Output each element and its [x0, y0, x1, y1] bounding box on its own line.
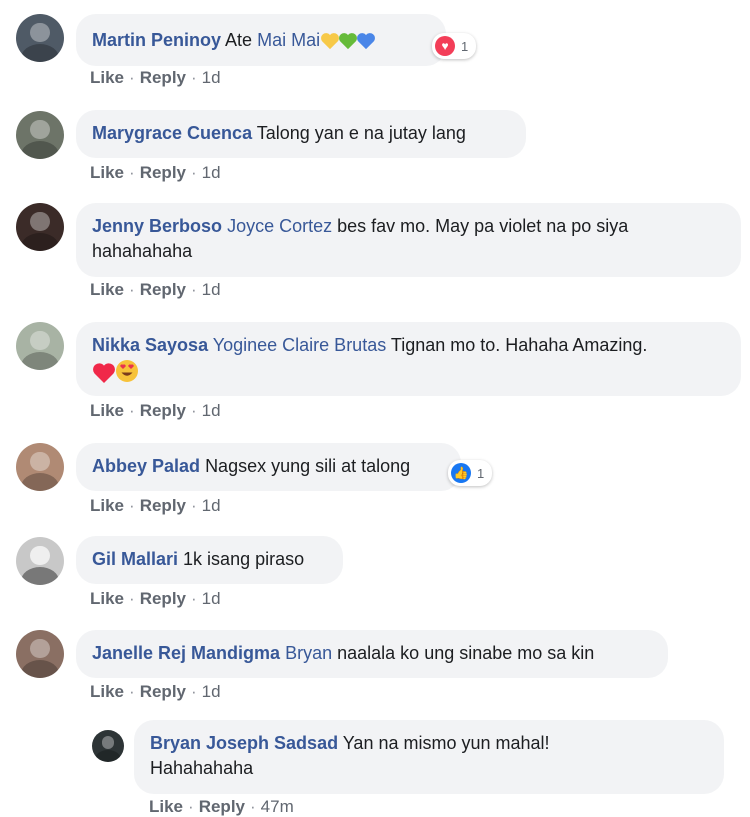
timestamp[interactable]: 1d — [202, 68, 221, 87]
comment-author[interactable]: Marygrace Cuenca — [92, 123, 252, 143]
like-button[interactable]: Like — [90, 589, 124, 608]
comment-bubble: Bryan Joseph Sadsad Yan na mismo yun mah… — [134, 720, 724, 794]
mention-link[interactable]: Joyce Cortez — [227, 216, 332, 236]
comment-author[interactable]: Gil Mallari — [92, 549, 178, 569]
timestamp[interactable]: 1d — [202, 589, 221, 608]
comment-text: 1k isang piraso — [183, 549, 305, 569]
timestamp[interactable]: 47m — [261, 797, 294, 816]
like-button[interactable]: Like — [90, 280, 124, 299]
comment-author[interactable]: Bryan Joseph Sadsad — [150, 733, 338, 753]
like-button[interactable]: Like — [90, 163, 124, 182]
comment-bubble: Nikka Sayosa Yoginee Claire Brutas Tigna… — [76, 322, 741, 396]
comment-text: bes fav mo. May pa violet na po siya — [337, 216, 629, 236]
timestamp[interactable]: 1d — [202, 280, 221, 299]
mention-link[interactable]: Mai Mai — [257, 30, 320, 50]
reply-button[interactable]: Reply — [140, 280, 186, 299]
green-heart-icon — [338, 32, 358, 50]
yellow-heart-icon — [320, 32, 340, 50]
blue-heart-icon — [356, 32, 376, 50]
reaction-count: 1 — [477, 465, 485, 481]
reply-button[interactable]: Reply — [140, 589, 186, 608]
comment-author[interactable]: Abbey Palad — [92, 456, 200, 476]
timestamp[interactable]: 1d — [202, 163, 221, 182]
mention-link[interactable]: Yoginee Claire Brutas — [213, 335, 386, 355]
comment-text: Yan na mismo yun mahal! — [342, 733, 550, 753]
comment-bubble: Gil Mallari 1k isang piraso — [76, 536, 343, 584]
like-button[interactable]: Like — [90, 496, 124, 515]
avatar[interactable] — [16, 111, 64, 159]
comment-text: Talong yan e na jutay lang — [256, 123, 466, 143]
comment-bubble: Janelle Rej Mandigma Bryan naalala ko un… — [76, 630, 668, 678]
like-button[interactable]: Like — [90, 401, 124, 420]
comment-author[interactable]: Jenny Berboso — [92, 216, 222, 236]
comment-bubble: Martin Peninoy Ate Mai Mai — [76, 14, 446, 66]
reaction-count: 1 — [461, 38, 469, 54]
love-reaction-icon: ♥ — [435, 36, 455, 56]
like-button[interactable]: Like — [149, 797, 183, 816]
comment-actions: Like · Reply · 1d — [90, 401, 221, 420]
comment-bubble: Marygrace Cuenca Talong yan e na jutay l… — [76, 110, 526, 158]
comment-bubble: Abbey Palad Nagsex yung sili at talong — [76, 443, 461, 491]
avatar[interactable] — [92, 730, 124, 762]
timestamp[interactable]: 1d — [202, 682, 221, 701]
comment-text-continued: Hahahahaha — [150, 758, 254, 778]
thumbs-up-reaction-icon: 👍 — [451, 463, 471, 483]
heart-eyes-emoji-icon — [115, 359, 139, 383]
comment-actions: Like · Reply · 1d — [90, 682, 221, 701]
avatar[interactable] — [16, 630, 64, 678]
red-heart-icon — [92, 362, 115, 384]
reply-button[interactable]: Reply — [140, 163, 186, 182]
reaction-count-badge[interactable]: 👍 1 — [448, 460, 493, 486]
mention-link[interactable]: Bryan — [285, 643, 332, 663]
avatar[interactable] — [16, 537, 64, 585]
timestamp[interactable]: 1d — [202, 401, 221, 420]
reply-button[interactable]: Reply — [140, 682, 186, 701]
reply-button[interactable]: Reply — [140, 401, 186, 420]
avatar[interactable] — [16, 443, 64, 491]
comment-actions: Like · Reply · 1d — [90, 496, 221, 515]
comment-author[interactable]: Martin Peninoy — [92, 30, 221, 50]
reply-button[interactable]: Reply — [140, 496, 186, 515]
comment-author[interactable]: Nikka Sayosa — [92, 335, 208, 355]
timestamp[interactable]: 1d — [202, 496, 221, 515]
comment-text: Tignan mo to. Hahaha Amazing. — [390, 335, 648, 355]
comment-bubble: Jenny Berboso Joyce Cortez bes fav mo. M… — [76, 203, 741, 277]
like-button[interactable]: Like — [90, 68, 124, 87]
comment-text: Ate — [225, 30, 253, 50]
comment-author[interactable]: Janelle Rej Mandigma — [92, 643, 280, 663]
avatar[interactable] — [16, 322, 64, 370]
comment-actions: Like · Reply · 1d — [90, 589, 221, 608]
reply-button[interactable]: Reply — [140, 68, 186, 87]
like-button[interactable]: Like — [90, 682, 124, 701]
comment-actions: Like · Reply · 47m — [149, 797, 294, 816]
comment-actions: Like · Reply · 1d — [90, 280, 221, 299]
avatar[interactable] — [16, 203, 64, 251]
comment-text-continued: hahahahaha — [92, 241, 193, 261]
avatar[interactable] — [16, 14, 64, 62]
reaction-count-badge[interactable]: ♥ 1 — [432, 33, 477, 59]
comment-text: Nagsex yung sili at talong — [205, 456, 411, 476]
comment-actions: Like · Reply · 1d — [90, 68, 221, 87]
comment-text: naalala ko ung sinabe mo sa kin — [337, 643, 595, 663]
comment-actions: Like · Reply · 1d — [90, 163, 221, 182]
reply-button[interactable]: Reply — [199, 797, 245, 816]
